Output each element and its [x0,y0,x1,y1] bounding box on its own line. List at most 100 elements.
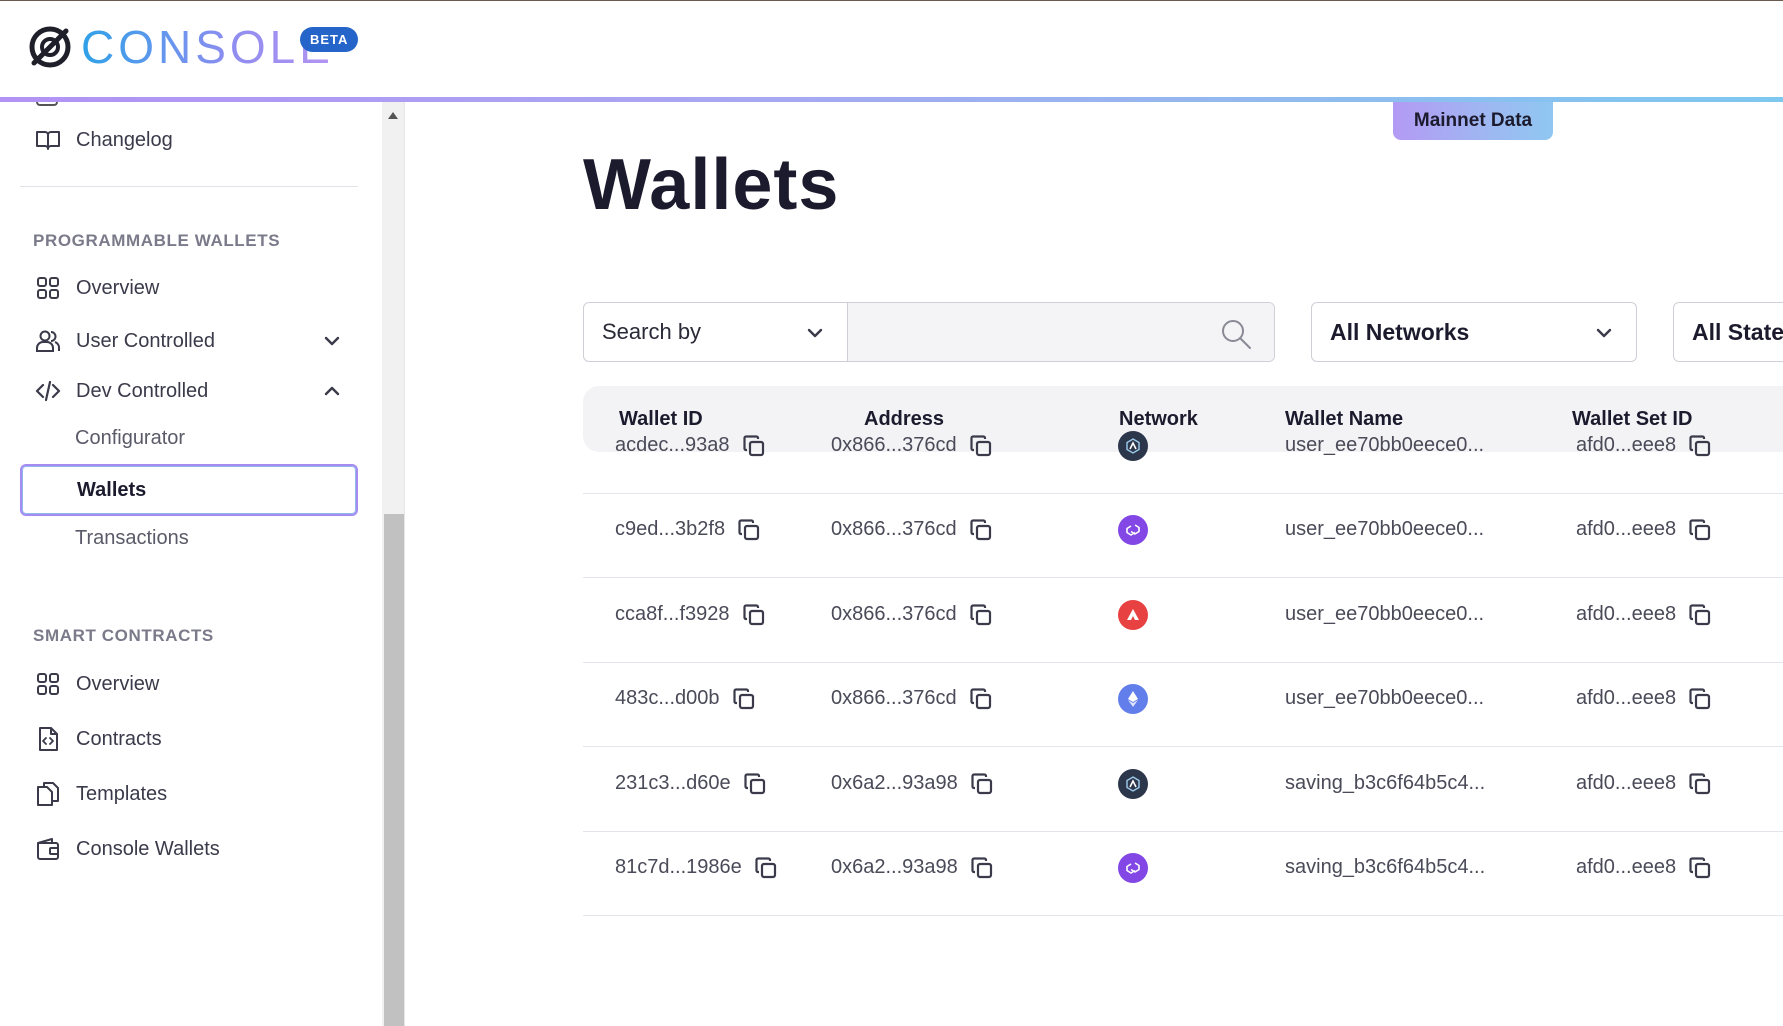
wallet-set-id-value: afd0...eee8 [1576,687,1677,709]
copy-icon[interactable] [1688,518,1712,542]
copy-icon[interactable] [969,687,993,711]
logo[interactable]: CONSOLE [26,23,334,71]
sidebar-item-console-wallets[interactable]: Console Wallets [20,823,358,875]
address-value: 0x866...376cd [831,434,957,456]
copy-icon[interactable] [969,603,993,627]
table-row[interactable]: cca8f...f3928 0x866...376cd user_ee70bb0ee… [583,567,1783,663]
users-icon [34,327,62,355]
state-filter-label: All State [1692,318,1783,345]
copy-icon[interactable] [1688,856,1712,880]
copy-icon[interactable] [969,434,993,458]
scrollbar-thumb[interactable] [384,514,404,1026]
copy-icon[interactable] [732,687,756,711]
ethereum-network-icon [1118,683,1148,714]
wallet-set-id-value: afd0...eee8 [1576,434,1677,456]
chevron-down-icon [807,328,823,338]
cell-wallet-id: acdec...93a8 [615,398,766,493]
logo-text: CONSOLE [81,21,334,73]
copy-icon[interactable] [742,603,766,627]
network-filter-label: All Networks [1330,318,1470,345]
wallet-id-value: acdec...93a8 [615,434,730,456]
copy-icon[interactable] [754,856,778,880]
state-filter-select[interactable]: All State [1673,302,1783,362]
copy-icon[interactable] [742,434,766,458]
sidebar-item-label: Contracts [76,727,162,750]
cell-wallet-name: user_ee70bb0eece0... [1285,567,1484,662]
cell-wallet-set-id: afd0...eee8 [1576,651,1712,746]
scroll-up-arrow-icon[interactable] [388,112,398,119]
console-logo-icon [29,26,71,68]
chevron-down-icon [1596,328,1612,338]
cell-wallet-name: saving_b3c6f64b5c4... [1285,820,1485,915]
section-title-smart-contracts: SMART CONTRACTS [33,626,214,645]
wallet-name-value: user_ee70bb0eece0... [1285,434,1485,456]
address-value: 0x866...376cd [831,603,957,625]
copy-icon[interactable] [1688,772,1712,796]
sidebar-item-user-controlled[interactable]: User Controlled [20,315,358,367]
polygon-network-icon [1118,852,1148,883]
copy-icon[interactable] [1688,434,1712,458]
wallet-set-id-value: afd0...eee8 [1576,518,1677,540]
sidebar-item-sc-overview[interactable]: Overview [20,658,358,710]
table-row[interactable]: acdec...93a8 0x866...376cd user_ee70bb0eec… [583,398,1783,494]
wallet-name-value: saving_b3c6f64b5c4... [1285,856,1486,878]
cell-wallet-id: cca8f...f3928 [615,567,766,662]
cell-wallet-name: saving_b3c6f64b5c4... [1285,736,1485,831]
sidebar-item-dev-controlled[interactable]: Dev Controlled [20,365,358,417]
sidebar-item-label: Dev Controlled [76,379,209,402]
copy-icon[interactable] [743,772,767,796]
chevron-up-icon[interactable] [322,381,342,401]
sidebar-item-label: User Controlled [76,329,215,352]
search-icon[interactable] [1220,318,1252,350]
sidebar-scrollbar[interactable] [382,102,404,1026]
sidebar-item-contracts[interactable]: Contracts [20,713,358,765]
sidebar-subitem-wallets[interactable]: Wallets [20,464,358,516]
sidebar-item-pw-overview[interactable]: Overview [20,262,358,314]
table-row[interactable]: 81c7d...1986e 0x6a2...93a98 saving_b3c6f64… [583,820,1783,916]
arbitrum-network-icon [1118,430,1148,461]
sidebar-item-templates[interactable]: Templates [20,768,358,820]
address-value: 0x6a2...93a98 [831,856,958,878]
copy-files-icon [34,780,62,808]
table-row[interactable]: 483c...d00b 0x866...376cd user_ee70bb0eece… [583,651,1783,747]
copy-icon[interactable] [969,518,993,542]
table-row[interactable]: 231c3...d60e 0x6a2...93a98 saving_b3c6f64b… [583,736,1783,832]
copy-icon[interactable] [970,772,994,796]
chevron-down-icon[interactable] [322,331,342,351]
copy-icon[interactable] [1688,603,1712,627]
copy-icon[interactable] [970,856,994,880]
wallet-set-id-value: afd0...eee8 [1576,772,1677,794]
wallet-id-value: c9ed...3b2f8 [615,518,726,540]
search-input[interactable] [848,303,1274,361]
wallet-id-value: cca8f...f3928 [615,603,730,625]
cell-network [1118,482,1148,577]
sidebar-divider [20,186,358,187]
address-value: 0x866...376cd [831,687,957,709]
copy-icon[interactable] [1688,687,1712,711]
file-code-icon [34,725,62,753]
copy-icon[interactable] [737,518,761,542]
cell-address: 0x866...376cd [831,651,993,746]
table-row[interactable]: c9ed...3b2f8 0x866...376cd user_ee70bb0eec… [583,482,1783,578]
cell-network [1118,398,1148,493]
cell-wallet-set-id: afd0...eee8 [1576,736,1712,831]
search-by-select[interactable]: Search by [584,303,848,361]
clipped-nav-icon [36,102,58,106]
sidebar-item-changelog[interactable]: Changelog [20,114,358,166]
cell-wallet-id: 231c3...d60e [615,736,767,831]
network-filter-select[interactable]: All Networks [1311,302,1637,362]
code-icon [34,377,62,405]
cell-address: 0x866...376cd [831,567,993,662]
cell-address: 0x6a2...93a98 [831,820,994,915]
sidebar-subitem-configurator[interactable]: Configurator [20,412,358,464]
avalanche-network-icon [1118,599,1148,630]
cell-wallet-set-id: afd0...eee8 [1576,398,1712,493]
grid-icon [34,670,62,698]
sidebar-item-label: Templates [76,782,168,805]
cell-network [1118,567,1148,662]
cell-network [1118,736,1148,831]
cell-wallet-set-id: afd0...eee8 [1576,820,1712,915]
cell-network [1118,651,1148,746]
sidebar-subitem-transactions[interactable]: Transactions [20,512,358,564]
sidebar-item-label: Console Wallets [76,837,220,860]
